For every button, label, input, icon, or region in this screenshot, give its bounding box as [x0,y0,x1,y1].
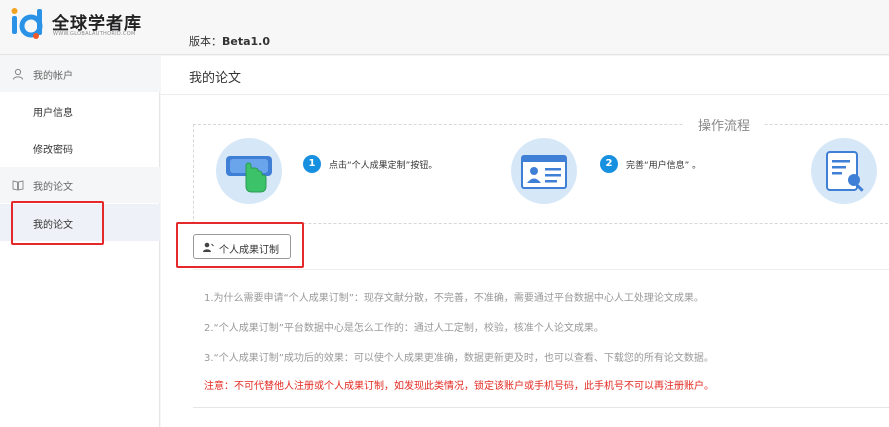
faq-item-1: 1.为什么需要申请“个人成果订制”：现存文献分散，不完善，不准确，需要通过平台数… [204,293,704,304]
faq-item-3: 3.“个人成果订制”成功后的效果：可以使个人成果更准确，数据更新更及时，也可以查… [204,353,714,364]
sidebar: 我的帐户 用户信息 修改密码 我的论文 我的论文 [0,56,160,427]
divider [161,94,889,95]
book-icon [12,180,24,191]
version-value: Beta1.0 [222,35,271,48]
document-search-illustration [811,138,877,204]
main-content: 我的论文 操作流程 1 点击“个人成果定制”按钮。 2 完善“用户信息” 。 个… [161,56,889,427]
version-label: 版本： [189,35,222,48]
page-title: 我的论文 [189,71,242,86]
step-1-text: 点击“个人成果定制”按钮。 [329,161,438,171]
step-2-text: 完善“用户信息” 。 [626,161,702,171]
user-info-illustration [511,138,577,204]
id-card-icon [521,155,567,189]
sidebar-group-label: 我的帐户 [33,71,73,82]
user-icon [13,68,23,80]
step-2-number: 2 [600,155,618,173]
document-search-icon [826,151,864,192]
brand-url: WWW.GLOBALAUTHORID.COM [53,31,136,37]
sidebar-item-user-info[interactable]: 用户信息 [0,92,160,129]
sidebar-item-label: 用户信息 [33,108,73,119]
sidebar-group-account: 我的帐户 [0,56,160,92]
click-button-illustration [216,138,282,204]
hand-click-icon [226,156,272,193]
divider [193,407,889,408]
highlight-box-button [176,222,304,268]
warning-notice: 注意：不可代替他人注册或个人成果订制，如发现此类情况，锁定该账户或手机号码，此手… [204,381,714,392]
sidebar-group-label: 我的论文 [33,182,73,193]
info-panel: 1.为什么需要申请“个人成果订制”：现存文献分散，不完善，不准确，需要通过平台数… [193,269,889,409]
highlight-box-sidebar [11,201,104,245]
sidebar-item-label: 修改密码 [33,145,73,156]
version-info: 版本：Beta1.0 [189,33,270,49]
step-1-number: 1 [303,155,321,173]
globalauthorid-logo[interactable] [10,6,46,42]
flow-title: 操作流程 [684,115,765,134]
faq-item-2: 2.“个人成果订制”平台数据中心是怎么工作的：通过人工定制，校验，核准个人论文成… [204,323,604,334]
sidebar-group-papers: 我的论文 [0,167,160,203]
top-header: 全球学者库 WWW.GLOBALAUTHORID.COM 版本：Beta1.0 [0,0,889,55]
sidebar-item-change-password[interactable]: 修改密码 [0,129,160,166]
